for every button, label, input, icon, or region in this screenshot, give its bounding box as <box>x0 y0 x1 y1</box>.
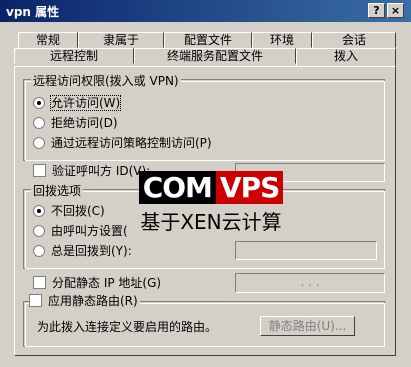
remote-access-group-title: 远程访问权限(拨入或 VPN) <box>31 72 181 89</box>
tab-sessions[interactable]: 会话 <box>312 32 396 48</box>
radio-empty-icon <box>33 224 45 237</box>
tab-environment[interactable]: 环境 <box>252 32 312 48</box>
brand-logo: COM VPS <box>138 171 284 204</box>
tab-remote-control[interactable]: 远程控制 <box>14 48 134 64</box>
radio-selected-icon <box>33 204 45 217</box>
static-ip-checkbox[interactable]: 分配静态 IP 地址(G) <box>33 275 161 291</box>
static-route-checkbox[interactable]: 应用静态路由(R) <box>29 293 140 309</box>
radio-no-callback[interactable]: 不回拨(C) <box>33 203 105 219</box>
tab-dial-in[interactable]: 拨入 <box>296 48 396 66</box>
properties-dialog: vpn 属性 ? × 常规 隶属于 配置文件 环境 会话 远程控制 终端服务配置… <box>0 0 411 367</box>
help-button[interactable]: ? <box>368 3 385 18</box>
radio-empty-icon <box>33 244 45 257</box>
window-title: vpn 属性 <box>6 5 60 19</box>
callback-group-title: 回拨选项 <box>31 182 84 199</box>
static-route-label: 应用静态路由(R) <box>48 294 138 308</box>
checkbox-icon <box>33 164 46 177</box>
brand-right-text: VPS <box>215 171 284 204</box>
radio-always-callback-label: 总是回拨到(Y): <box>51 244 132 258</box>
radio-policy-label: 通过远程访问策略控制访问(P) <box>51 136 212 150</box>
radio-caller-set[interactable]: 由呼叫方设置( <box>33 223 128 239</box>
radio-no-callback-label: 不回拨(C) <box>51 204 105 218</box>
radio-empty-icon <box>33 136 45 149</box>
title-bar[interactable]: vpn 属性 ? × <box>0 0 411 22</box>
callback-number-field[interactable] <box>235 241 377 260</box>
brand-left-text: COM <box>138 171 216 204</box>
radio-policy-access[interactable]: 通过远程访问策略控制访问(P) <box>33 135 212 151</box>
checkbox-icon <box>33 276 46 289</box>
radio-allow-label: 允许访问(W) <box>49 95 122 111</box>
tab-general[interactable]: 常规 <box>18 32 78 48</box>
tab-member-of[interactable]: 隶属于 <box>78 32 164 48</box>
radio-caller-set-label: 由呼叫方设置( <box>51 224 128 238</box>
static-ip-label: 分配静态 IP 地址(G) <box>52 276 162 290</box>
tab-terminal-services-profile[interactable]: 终端服务配置文件 <box>134 48 296 64</box>
radio-selected-icon <box>33 96 45 109</box>
radio-deny-label: 拒绝访问(D) <box>51 116 118 130</box>
brand-watermark: COM VPS 基于XEN云计算 <box>131 171 291 235</box>
checkbox-icon <box>29 294 42 307</box>
static-route-description: 为此拨入连接定义要启用的路由。 <box>37 320 218 334</box>
static-routes-button[interactable]: 静态路由(U)... <box>260 316 355 336</box>
close-button[interactable]: × <box>387 3 404 18</box>
static-ip-field[interactable]: . . . <box>235 273 385 293</box>
radio-empty-icon <box>33 116 45 129</box>
tab-profile[interactable]: 配置文件 <box>164 32 252 48</box>
radio-allow-access[interactable]: 允许访问(W) <box>33 95 122 111</box>
radio-deny-access[interactable]: 拒绝访问(D) <box>33 115 118 131</box>
brand-tagline: 基于XEN云计算 <box>140 210 282 234</box>
radio-always-callback[interactable]: 总是回拨到(Y): <box>33 243 132 259</box>
